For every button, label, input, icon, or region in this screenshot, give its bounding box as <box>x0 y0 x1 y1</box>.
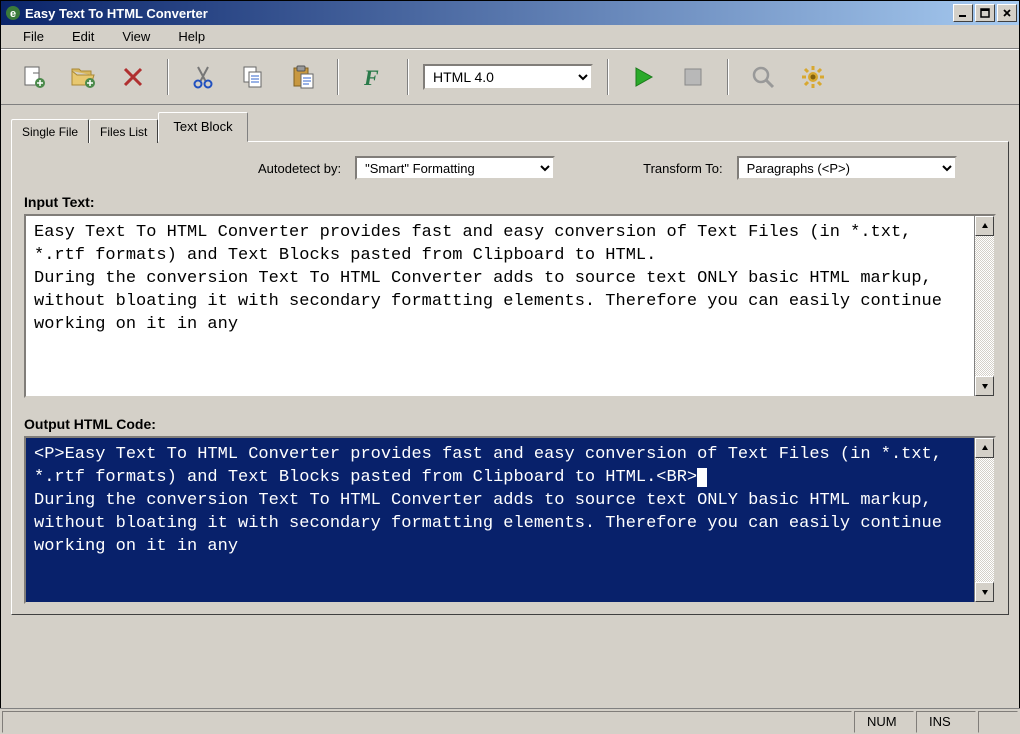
toolbar-separator <box>167 59 169 95</box>
input-textarea-container: Easy Text To HTML Converter provides fas… <box>24 214 996 398</box>
transform-label: Transform To: <box>643 161 722 176</box>
scroll-up-button[interactable] <box>975 438 994 458</box>
output-rest-text: During the conversion Text To HTML Conve… <box>34 491 952 556</box>
toolbar-separator <box>607 59 609 95</box>
copy-button[interactable] <box>233 57 273 97</box>
scroll-up-button[interactable] <box>975 216 994 236</box>
new-file-button[interactable] <box>13 57 53 97</box>
statusbar: NUM INS <box>0 708 1020 734</box>
cut-button[interactable] <box>183 57 223 97</box>
menu-edit[interactable]: Edit <box>58 26 108 47</box>
output-textarea-container: <P>Easy Text To HTML Converter provides … <box>24 436 996 604</box>
tab-text-block[interactable]: Text Block <box>158 112 247 142</box>
toolbar-separator <box>407 59 409 95</box>
html-version-select[interactable]: HTML 4.0 <box>423 64 593 90</box>
toolbar-separator <box>337 59 339 95</box>
status-empty <box>978 711 1018 733</box>
settings-button[interactable] <box>793 57 833 97</box>
input-label: Input Text: <box>24 194 996 210</box>
status-num: NUM <box>854 711 914 733</box>
scrollbar[interactable] <box>974 438 994 602</box>
titlebar: e Easy Text To HTML Converter <box>1 1 1019 25</box>
stop-button[interactable] <box>673 57 713 97</box>
toolbar-separator <box>727 59 729 95</box>
preview-button[interactable] <box>743 57 783 97</box>
maximize-button[interactable] <box>975 4 995 22</box>
menu-help[interactable]: Help <box>164 26 219 47</box>
toolbar: F HTML 4.0 <box>1 49 1019 105</box>
status-spacer <box>2 711 852 733</box>
input-textarea[interactable]: Easy Text To HTML Converter provides fas… <box>26 216 974 396</box>
tab-strip: Single File Files List Text Block <box>11 113 1009 141</box>
menu-file[interactable]: File <box>9 26 58 47</box>
tab-files-list[interactable]: Files List <box>89 119 158 143</box>
menu-view[interactable]: View <box>108 26 164 47</box>
svg-text:F: F <box>363 65 379 90</box>
status-ins: INS <box>916 711 976 733</box>
svg-text:e: e <box>10 8 16 20</box>
open-folder-button[interactable] <box>63 57 103 97</box>
tab-single-file[interactable]: Single File <box>11 119 89 143</box>
paste-button[interactable] <box>283 57 323 97</box>
autodetect-label: Autodetect by: <box>258 161 341 176</box>
run-button[interactable] <box>623 57 663 97</box>
close-button[interactable] <box>997 4 1017 22</box>
output-textarea[interactable]: <P>Easy Text To HTML Converter provides … <box>26 438 974 602</box>
output-selected-text: <P>Easy Text To HTML Converter provides … <box>34 445 952 487</box>
minimize-button[interactable] <box>953 4 973 22</box>
scrollbar[interactable] <box>974 216 994 396</box>
autodetect-select[interactable]: "Smart" Formatting <box>355 156 555 180</box>
font-button[interactable]: F <box>353 57 393 97</box>
delete-button[interactable] <box>113 57 153 97</box>
scroll-down-button[interactable] <box>975 376 994 396</box>
output-label: Output HTML Code: <box>24 416 996 432</box>
scroll-track[interactable] <box>975 236 994 376</box>
menubar: File Edit View Help <box>1 25 1019 49</box>
window-title: Easy Text To HTML Converter <box>25 6 953 21</box>
transform-select[interactable]: Paragraphs (<P>) <box>737 156 957 180</box>
app-icon: e <box>5 5 21 21</box>
scroll-track[interactable] <box>975 458 994 582</box>
tab-panel: Autodetect by: "Smart" Formatting Transf… <box>11 141 1009 615</box>
scroll-down-button[interactable] <box>975 582 994 602</box>
